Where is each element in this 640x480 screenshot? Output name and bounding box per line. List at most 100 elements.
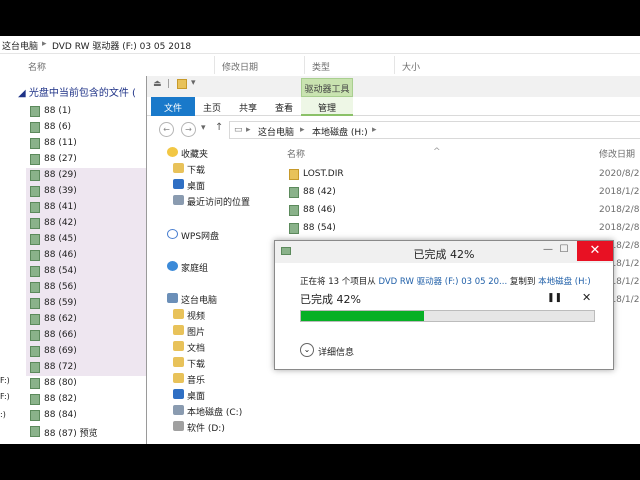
file-row[interactable]: 88 (11) [26,136,154,152]
file-row[interactable]: 88 (6) [26,120,154,136]
tab-home[interactable]: 主页 [195,97,229,116]
qat-dropdown-icon[interactable]: ▾ [191,78,196,88]
back-column-header: 名称 修改日期 类型 大小 [0,56,640,74]
breadcrumb-local-disk-h[interactable]: 本地磁盘 (H:) [312,125,368,138]
column-name[interactable]: 名称 [28,60,46,73]
folder-icon [289,169,299,180]
column-modified[interactable]: 修改日期 [222,60,258,73]
tab-share[interactable]: 共享 [231,97,265,116]
minimize-icon[interactable]: — [541,244,555,256]
file-row[interactable]: 88 (80) [26,376,154,392]
file-row[interactable]: 88 (66) [26,328,154,344]
list-item[interactable]: LOST.DIR 2020/8/2 [277,166,640,184]
tab-view[interactable]: 查看 [267,97,301,116]
up-arrow-icon[interactable]: ↑ [215,122,223,133]
breadcrumb-this-pc[interactable]: 这台电脑 [258,125,294,138]
file-row[interactable]: 88 (42) [26,216,154,232]
pause-icon[interactable]: ❚❚ [547,293,562,303]
file-name: 88 (39) [44,186,77,196]
percent-label: 已完成 42% [300,293,361,306]
back-address-bar[interactable]: 这台电脑 ▸ DVD RW 驱动器 (F:) 03 05 2018 [0,36,640,54]
desktop-icon [173,179,184,189]
image-file-icon [30,106,40,117]
file-row[interactable]: 88 (84) [26,408,154,424]
file-name: 88 (54) [44,266,77,276]
file-row[interactable]: 88 (69) [26,344,154,360]
recent-dropdown-icon[interactable]: ▾ [201,123,206,133]
file-row[interactable]: 88 (45) [26,232,154,248]
list-item[interactable]: 88 (54) 2018/2/8 [277,220,640,238]
image-file-icon [30,170,40,181]
file-row[interactable]: 88 (59) [26,296,154,312]
cloud-icon [167,229,178,239]
item-date: 2018/1/2 [599,187,640,197]
file-row[interactable]: 88 (54) [26,264,154,280]
collapse-icon[interactable]: ◢ [18,88,29,99]
breadcrumb-separator-icon: ▸ [42,39,47,49]
column-divider[interactable] [214,56,215,74]
chevron-right-icon: ▸ [372,125,377,135]
star-icon [167,147,178,157]
file-name: 88 (1) [44,106,72,116]
nav-pc-item-label: 图片 [187,328,206,338]
title-bar[interactable]: ⏏ | ▾ 驱动器工具 [147,76,640,97]
image-file-icon [30,410,40,421]
sort-up-icon: ^ [433,147,441,157]
list-item[interactable]: 88 (46) 2018/2/8 [277,202,640,220]
computer-icon [167,293,178,303]
image-file-icon [30,154,40,165]
tab-manage[interactable]: 管理 [301,97,353,116]
maximize-icon[interactable]: ☐ [557,244,571,256]
image-file-icon [30,362,40,373]
group-header[interactable]: ◢ 光盘中当前包含的文件 ( [18,84,158,100]
image-file-icon [30,122,40,133]
column-divider[interactable] [394,56,395,74]
file-name: 88 (84) [44,410,77,420]
list-item[interactable]: 88 (42) 2018/1/2 [277,184,640,202]
image-file-icon [30,378,40,389]
image-file-icon [30,186,40,197]
item-name: 88 (46) [303,205,336,215]
image-file-icon [30,314,40,325]
progress-fill [301,311,425,321]
file-name: 88 (46) [44,250,77,260]
column-size[interactable]: 大小 [402,60,420,73]
dialog-title-bar[interactable]: 已完成 42% — ☐ ✕ [275,241,613,263]
video-folder-icon [173,309,184,319]
image-file-icon [30,250,40,261]
column-divider[interactable] [304,56,305,74]
column-type[interactable]: 类型 [312,60,330,73]
source-link[interactable]: DVD RW 驱动器 (F:) 03 05 20... [378,277,507,287]
file-row[interactable]: 88 (27) [26,152,154,168]
file-row[interactable]: 88 (56) [26,280,154,296]
file-row[interactable]: 88 (62) [26,312,154,328]
file-row[interactable]: 88 (29) [26,168,154,184]
column-name[interactable]: 名称 [287,147,305,160]
progress-bar [300,310,595,322]
destination-link[interactable]: 本地磁盘 (H:) [538,277,591,287]
file-row[interactable]: 88 (39) [26,184,154,200]
close-button[interactable]: ✕ [577,241,613,261]
drive-icon[interactable]: ⏏ [153,79,162,89]
folder-icon[interactable] [177,79,187,89]
back-arrow-icon[interactable]: ← [159,122,174,137]
file-row[interactable]: 88 (82) [26,392,154,408]
column-modified[interactable]: 修改日期 [599,147,635,160]
tab-file[interactable]: 文件 [151,97,195,116]
image-file-icon [30,346,40,357]
file-name: 88 (69) [44,346,77,356]
forward-arrow-icon[interactable]: → [181,122,196,137]
file-row[interactable]: 88 (72) [26,360,154,376]
file-row[interactable]: 88 (1) [26,104,154,120]
breadcrumb-dvd-drive[interactable]: DVD RW 驱动器 (F:) 03 05 2018 [52,39,191,52]
file-row[interactable]: 88 (41) [26,200,154,216]
nav-pc-item-label: 软件 (D:) [187,424,225,434]
file-row[interactable]: 88 (87) 预览 [26,424,154,440]
file-name: 88 (11) [44,138,77,148]
address-bar[interactable]: ▭ ▸ 这台电脑 ▸ 本地磁盘 (H:) ▸ [229,121,640,139]
item-name: LOST.DIR [303,169,344,179]
chevron-down-icon[interactable]: ⌄ [300,343,314,357]
breadcrumb-this-pc[interactable]: 这台电脑 [2,39,38,52]
file-row[interactable]: 88 (46) [26,248,154,264]
stop-icon[interactable]: ✕ [582,291,591,304]
